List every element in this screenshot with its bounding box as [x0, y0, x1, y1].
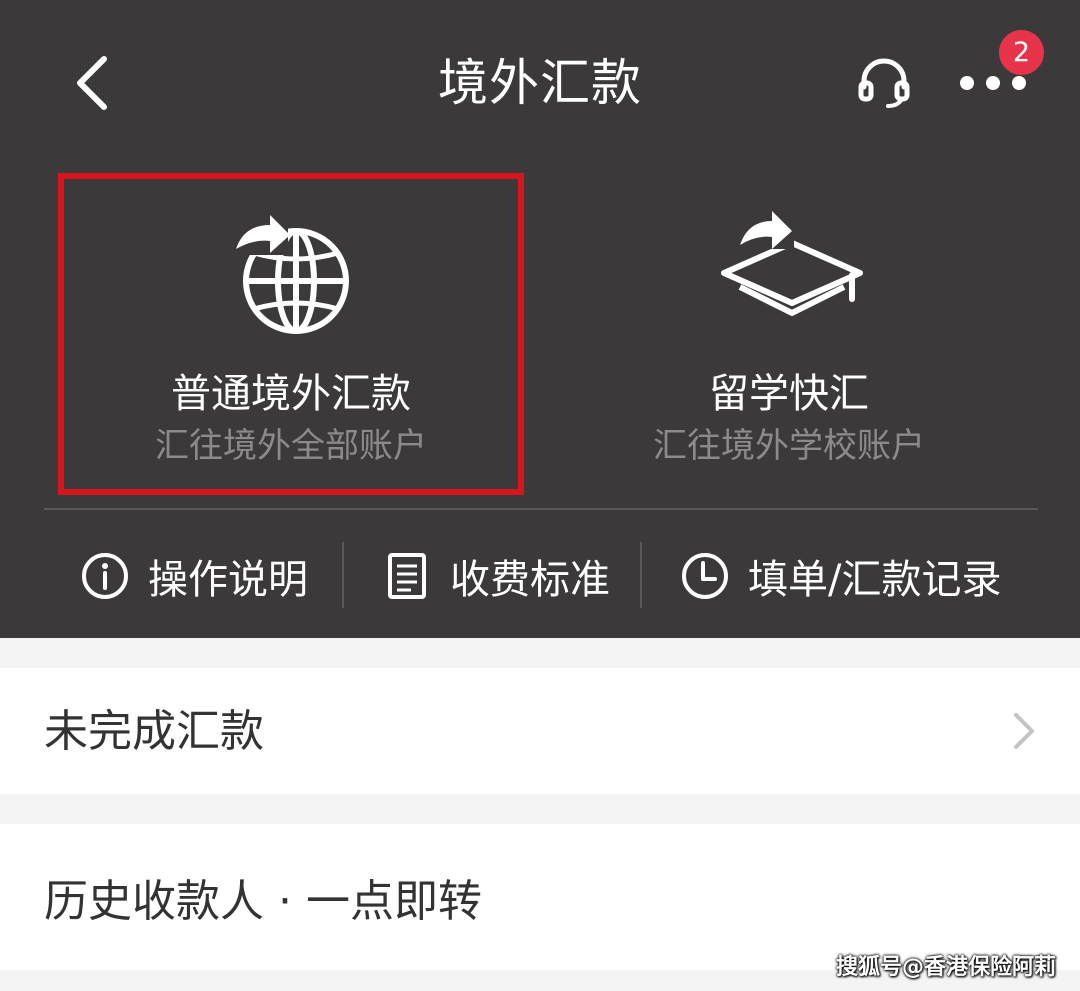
card-title: 留学快汇 — [709, 371, 869, 417]
separator — [342, 542, 344, 608]
link-label: 填单/汇款记录 — [748, 557, 1002, 603]
screen: 境外汇款 2 普通境外汇款 汇往境外全部账户 留学快汇 汇往境外学校账户 操作说… — [0, 0, 1080, 991]
link-records[interactable]: 填单/汇款记录 — [680, 538, 1001, 614]
card-normal-remittance[interactable]: 普通境外汇款 汇往境外全部账户 — [58, 173, 524, 495]
card-title: 普通境外汇款 — [171, 371, 411, 417]
card-subtitle: 汇往境外全部账户 — [155, 426, 427, 466]
header-panel: 境外汇款 2 普通境外汇款 汇往境外全部账户 留学快汇 汇往境外学校账户 操作说… — [0, 0, 1080, 638]
divider — [44, 508, 1038, 510]
row-label: 历史收款人 · 一点即转 — [44, 876, 482, 927]
link-fee-standard[interactable]: 收费标准 — [382, 538, 610, 614]
clock-icon — [682, 553, 728, 599]
link-label: 操作说明 — [148, 557, 308, 603]
chevron-right-icon — [1014, 713, 1034, 749]
info-icon — [82, 553, 128, 599]
link-label: 收费标准 — [450, 557, 610, 603]
globe-transfer-icon — [230, 215, 349, 334]
row-pending-remittance[interactable]: 未完成汇款 — [0, 668, 1080, 794]
more-dots-icon — [960, 76, 1026, 90]
nav-bar: 境外汇款 2 — [0, 0, 1080, 165]
separator — [640, 542, 642, 608]
page-title: 境外汇款 — [438, 54, 642, 112]
graduation-cap-transfer-icon — [721, 211, 863, 316]
quick-links: 操作说明 收费标准 填单/汇款记录 — [0, 520, 1080, 630]
document-icon — [388, 553, 426, 599]
card-student-remittance[interactable]: 留学快汇 汇往境外学校账户 — [556, 173, 1022, 495]
row-label: 未完成汇款 — [44, 706, 264, 757]
link-instructions[interactable]: 操作说明 — [80, 538, 308, 614]
watermark: 搜狐号@香港保险阿莉 — [836, 955, 1057, 980]
customer-service-button[interactable] — [852, 50, 916, 114]
headset-icon — [858, 58, 910, 108]
card-subtitle: 汇往境外学校账户 — [653, 426, 925, 466]
notification-badge: 2 — [999, 30, 1044, 75]
